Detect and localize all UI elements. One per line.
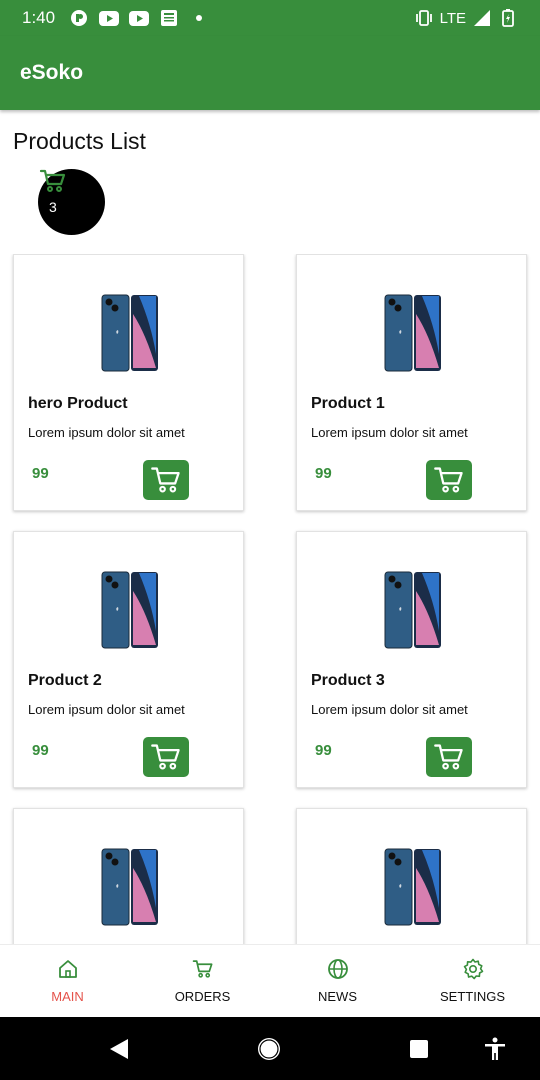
- bottom-navigation: MAIN ORDERS NEWS SETTINGS: [0, 944, 540, 1017]
- nav-item-main[interactable]: MAIN: [0, 945, 135, 1017]
- home-button[interactable]: [254, 1034, 284, 1064]
- globe-icon: [327, 959, 348, 979]
- nav-item-settings[interactable]: SETTINGS: [405, 945, 540, 1017]
- product-card[interactable]: Product 2 Lorem ipsum dolor sit amet 99: [13, 531, 244, 788]
- product-card[interactable]: [296, 808, 527, 944]
- product-image: [384, 571, 441, 649]
- product-card[interactable]: Product 3 Lorem ipsum dolor sit amet 99: [296, 531, 527, 788]
- status-bar: 1:40 LTE: [0, 0, 540, 36]
- home-icon: [58, 960, 77, 978]
- vibrate-icon: [414, 9, 434, 27]
- recents-button[interactable]: [404, 1034, 434, 1064]
- accessibility-button[interactable]: [480, 1034, 510, 1064]
- page-title: Products List: [13, 128, 146, 154]
- product-description: Lorem ipsum dolor sit amet: [28, 702, 185, 717]
- product-description: Lorem ipsum dolor sit amet: [28, 425, 185, 440]
- cart-icon: [39, 169, 66, 192]
- cart-count: 3: [49, 199, 57, 215]
- product-image: [101, 848, 158, 926]
- system-navigation-bar: [0, 1017, 540, 1080]
- app-notification-icon: [69, 9, 89, 27]
- cart-icon: [434, 744, 463, 770]
- cart-icon: [192, 960, 213, 978]
- status-time: 1:40: [22, 8, 56, 27]
- nav-label-news: NEWS: [318, 989, 357, 1004]
- product-name: Product 2: [28, 672, 102, 689]
- add-to-cart-button[interactable]: [426, 460, 472, 500]
- signal-icon: [472, 9, 492, 27]
- product-description: Lorem ipsum dolor sit amet: [311, 425, 468, 440]
- nav-label-orders: ORDERS: [174, 989, 231, 1004]
- cart-icon: [151, 467, 180, 493]
- app-bar: eSoko: [0, 36, 540, 110]
- product-name: Product 1: [311, 395, 385, 412]
- network-label: LTE: [439, 9, 466, 27]
- cart-icon: [151, 744, 180, 770]
- product-image: [101, 294, 158, 372]
- youtube-icon: [99, 9, 120, 27]
- product-card[interactable]: [13, 808, 244, 944]
- add-to-cart-button[interactable]: [143, 460, 189, 500]
- product-name: hero Product: [28, 395, 128, 412]
- product-description: Lorem ipsum dolor sit amet: [311, 702, 468, 717]
- add-to-cart-button[interactable]: [143, 737, 189, 777]
- battery-icon: [498, 9, 518, 27]
- nav-item-news[interactable]: NEWS: [270, 945, 405, 1017]
- nav-item-orders[interactable]: ORDERS: [135, 945, 270, 1017]
- product-card[interactable]: Product 1 Lorem ipsum dolor sit amet 99: [296, 254, 527, 511]
- nav-label-main: MAIN: [51, 989, 84, 1004]
- product-price: 99: [315, 742, 332, 759]
- back-icon: [110, 1039, 128, 1059]
- back-button[interactable]: [104, 1034, 134, 1064]
- product-price: 99: [32, 742, 49, 759]
- product-image: [101, 571, 158, 649]
- gear-icon: [463, 958, 483, 980]
- product-image: [384, 848, 441, 926]
- product-name: Product 3: [311, 672, 385, 689]
- home-circle-icon: [258, 1038, 280, 1060]
- dot-icon: [189, 9, 209, 27]
- add-to-cart-button[interactable]: [426, 737, 472, 777]
- product-card[interactable]: hero Product Lorem ipsum dolor sit amet …: [13, 254, 244, 511]
- youtube-icon: [129, 9, 150, 27]
- app-title: eSoko: [20, 61, 84, 84]
- product-price: 99: [315, 465, 332, 482]
- nav-label-settings: SETTINGS: [439, 989, 505, 1004]
- product-grid: hero Product Lorem ipsum dolor sit amet …: [0, 254, 540, 944]
- cart-badge[interactable]: 3: [38, 169, 105, 235]
- recents-icon: [410, 1040, 428, 1058]
- cart-icon: [434, 467, 463, 493]
- accessibility-icon: [485, 1037, 505, 1060]
- product-image: [384, 294, 441, 372]
- news-app-icon: [159, 9, 179, 27]
- product-price: 99: [32, 465, 49, 482]
